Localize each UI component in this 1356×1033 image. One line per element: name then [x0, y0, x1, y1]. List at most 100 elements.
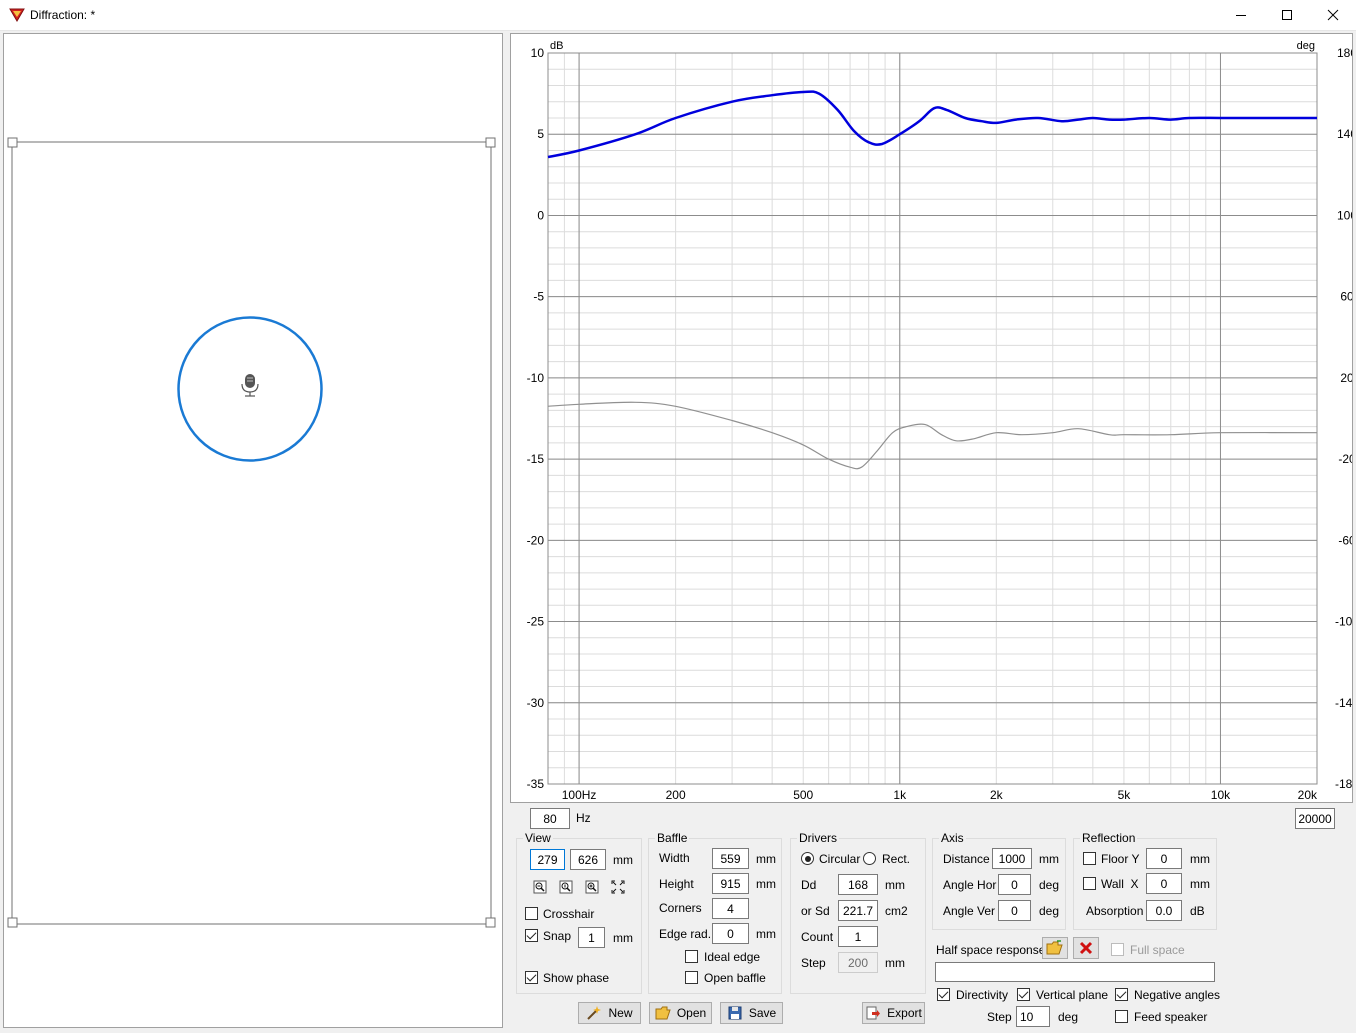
x-tick-label: 2k — [990, 788, 1004, 802]
show-phase-label: Show phase — [543, 971, 610, 985]
corner-handle-bottom-right[interactable] — [485, 917, 496, 928]
save-button[interactable]: Save — [720, 1002, 783, 1024]
freq-max-input[interactable]: 20000 — [1295, 808, 1335, 829]
angle-ver-unit: deg — [1039, 904, 1060, 918]
close-button[interactable] — [1310, 0, 1356, 30]
angle-ver-input[interactable]: 0 — [998, 900, 1031, 921]
vertical-plane-checkbox[interactable] — [1017, 988, 1030, 1001]
half-space-clear-button[interactable] — [1073, 937, 1099, 959]
driver-step-unit: mm — [885, 956, 905, 970]
distance-input[interactable]: 1000 — [992, 848, 1032, 869]
y2-tick-label: 180 — [1337, 46, 1352, 60]
folder-open-icon — [1046, 940, 1063, 955]
crosshair-checkbox[interactable] — [525, 907, 538, 920]
baffle-outline — [11, 141, 492, 925]
baffle-group-title: Baffle — [655, 831, 690, 845]
count-input[interactable]: 1 — [838, 926, 878, 947]
plot-border — [547, 52, 1318, 785]
driver-circle[interactable] — [177, 316, 323, 462]
open-button-label: Open — [676, 1006, 707, 1020]
x-tick-label: 10k — [1211, 788, 1231, 802]
baffle-edge-input[interactable]: 0 — [712, 923, 749, 944]
export-button-label: Export — [887, 1006, 922, 1020]
y2-tick-label: -100 — [1335, 615, 1352, 629]
snap-checkbox[interactable] — [525, 929, 538, 942]
wall-unit: mm — [1190, 877, 1210, 891]
corner-handle-top-right[interactable] — [485, 137, 496, 148]
floppy-disk-icon — [728, 1006, 742, 1020]
baffle-corners-label: Corners — [659, 901, 702, 915]
floor-input[interactable]: 0 — [1146, 848, 1182, 869]
y2-axis-label: deg — [1297, 40, 1315, 52]
window-title: Diffraction: * — [30, 8, 96, 22]
baffle-view[interactable] — [3, 33, 503, 1028]
response-chart: 10 5 0 -5 -10 -15 -20 -25 -30 -35 180 140 100 60 20 -20… — [510, 33, 1353, 803]
new-button[interactable]: New — [578, 1002, 641, 1024]
floor-checkbox[interactable] — [1083, 852, 1096, 865]
zoom-out-button[interactable] — [530, 877, 550, 897]
baffle-canvas[interactable] — [4, 34, 502, 1027]
zoom-all-button[interactable] — [608, 877, 628, 897]
y-tick-label: -30 — [527, 696, 545, 710]
rect-radio[interactable] — [863, 852, 876, 865]
baffle-width-input[interactable]: 559 — [712, 848, 749, 869]
show-phase-checkbox[interactable] — [525, 971, 538, 984]
open-button[interactable]: Open — [649, 1002, 712, 1024]
minimize-button[interactable] — [1218, 0, 1264, 30]
view-group-title: View — [523, 831, 553, 845]
drivers-group-title: Drivers — [797, 831, 839, 845]
zoom-out-icon — [533, 880, 547, 894]
half-space-file-input[interactable] — [935, 962, 1215, 982]
ideal-edge-checkbox[interactable] — [685, 950, 698, 963]
angle-hor-input[interactable]: 0 — [998, 874, 1031, 895]
sd-input[interactable]: 221.7 — [838, 900, 878, 921]
export-button[interactable]: Export — [862, 1002, 925, 1024]
maximize-button[interactable] — [1264, 0, 1310, 30]
reflection-group-title: Reflection — [1080, 831, 1138, 845]
half-space-open-button[interactable] — [1042, 937, 1068, 959]
folder-icon — [655, 1006, 671, 1020]
microphone-icon[interactable] — [241, 374, 259, 397]
directivity-step-unit: deg — [1058, 1010, 1079, 1024]
view-x-input[interactable]: 279 — [530, 849, 565, 870]
zoom-fit-button[interactable] — [556, 877, 576, 897]
close-icon — [1327, 9, 1339, 21]
sd-unit: cm2 — [885, 904, 908, 918]
y2-tick-label: 20 — [1340, 371, 1352, 385]
wall-checkbox[interactable] — [1083, 877, 1096, 890]
open-baffle-checkbox[interactable] — [685, 971, 698, 984]
corner-handle-top-left[interactable] — [7, 137, 18, 148]
angle-hor-unit: deg — [1039, 878, 1060, 892]
baffle-height-input[interactable]: 915 — [712, 873, 749, 894]
y-tick-label: -35 — [527, 777, 545, 791]
expand-icon — [611, 880, 625, 894]
dd-label: Dd — [801, 878, 817, 892]
absorption-input[interactable]: 0.0 — [1146, 900, 1182, 921]
pane-splitter[interactable] — [503, 33, 508, 1028]
baffle-corners-input[interactable]: 4 — [712, 898, 749, 919]
circular-radio[interactable] — [801, 852, 814, 865]
zoom-in-button[interactable] — [582, 877, 602, 897]
y-tick-label: -15 — [527, 452, 545, 466]
view-y-input[interactable]: 626 — [570, 849, 606, 870]
minimize-icon — [1236, 15, 1246, 16]
zoom-in-icon — [585, 880, 599, 894]
snap-input[interactable]: 1 — [578, 927, 605, 948]
y2-tick-label: -180 — [1335, 777, 1352, 791]
y-tick-label: -25 — [527, 615, 545, 629]
y2-tick-label: -140 — [1335, 696, 1352, 710]
app-icon — [9, 8, 25, 22]
corner-handle-bottom-left[interactable] — [7, 917, 18, 928]
y2-tick-label: 60 — [1340, 290, 1352, 304]
directivity-step-input[interactable]: 10 — [1016, 1006, 1050, 1027]
dd-input[interactable]: 168 — [838, 874, 878, 895]
wall-input[interactable]: 0 — [1146, 873, 1182, 894]
y2-tick-label: 100 — [1337, 208, 1352, 222]
directivity-label: Directivity — [956, 988, 1009, 1002]
freq-min-input[interactable]: 80 — [530, 808, 570, 829]
x-tick-label: 20k — [1298, 788, 1318, 802]
feed-speaker-checkbox[interactable] — [1115, 1010, 1128, 1023]
directivity-checkbox[interactable] — [937, 988, 950, 1001]
y-tick-label: -10 — [527, 371, 545, 385]
negative-angles-checkbox[interactable] — [1115, 988, 1128, 1001]
